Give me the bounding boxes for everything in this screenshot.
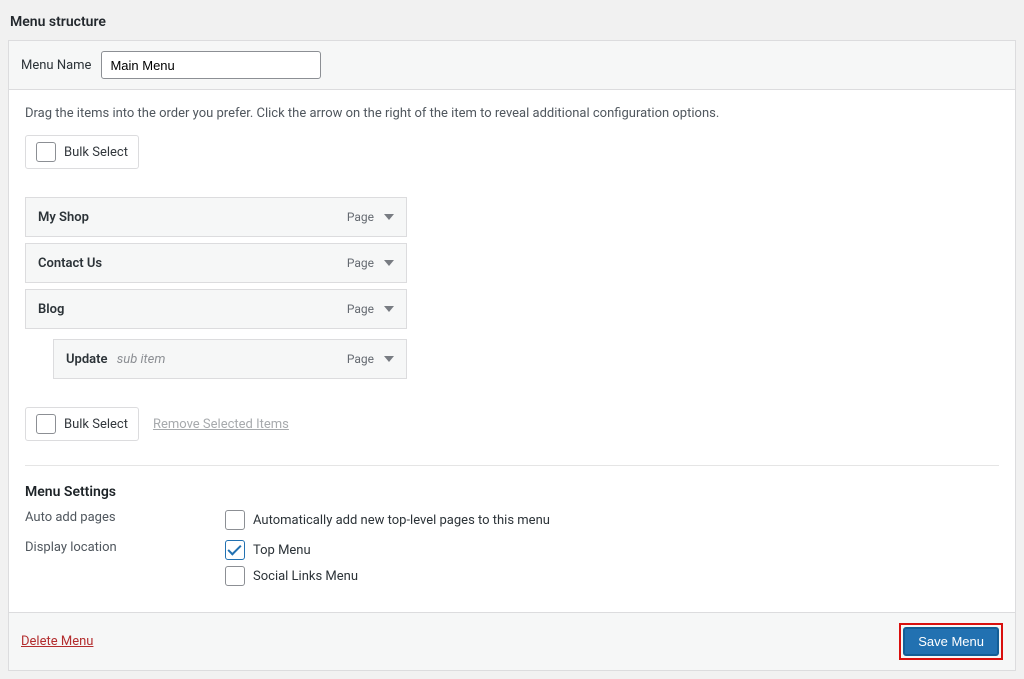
settings-title: Menu Settings: [25, 484, 999, 500]
content-area: Drag the items into the order you prefer…: [9, 90, 1015, 612]
menu-item-type: Page: [347, 302, 374, 316]
menu-item-label: Contact Us: [38, 256, 102, 271]
bulk-row-bottom: Bulk Select Remove Selected Items: [25, 407, 999, 441]
settings-row-auto-add: Auto add pages Automatically add new top…: [25, 510, 999, 530]
bulk-select-checkbox[interactable]: [36, 142, 56, 162]
bulk-select-label: Bulk Select: [64, 417, 128, 432]
menu-name-label: Menu Name: [21, 58, 91, 73]
save-button-highlight: Save Menu: [899, 623, 1003, 660]
top-menu-option-label: Top Menu: [253, 543, 311, 558]
menu-name-bar: Menu Name: [9, 41, 1015, 90]
menu-item[interactable]: My Shop Page: [25, 197, 407, 237]
social-links-option-label: Social Links Menu: [253, 569, 358, 584]
save-menu-button[interactable]: Save Menu: [903, 627, 999, 656]
menu-item-label: My Shop: [38, 210, 89, 225]
menu-item-type: Page: [347, 210, 374, 224]
top-menu-checkbox[interactable]: [225, 540, 245, 560]
bulk-select-bottom[interactable]: Bulk Select: [25, 407, 139, 441]
divider: [25, 465, 999, 466]
menu-item-type: Page: [347, 256, 374, 270]
bulk-select-checkbox[interactable]: [36, 414, 56, 434]
footer-bar: Delete Menu Save Menu: [9, 612, 1015, 670]
remove-selected-link[interactable]: Remove Selected Items: [153, 417, 289, 432]
menu-item-type: Page: [347, 352, 374, 366]
bulk-select-label: Bulk Select: [64, 145, 128, 160]
chevron-down-icon[interactable]: [384, 356, 394, 362]
menu-item[interactable]: Update sub item Page: [53, 339, 407, 379]
social-links-checkbox[interactable]: [225, 566, 245, 586]
page-title: Menu structure: [10, 14, 1014, 30]
auto-add-option-label: Automatically add new top-level pages to…: [253, 513, 550, 528]
chevron-down-icon[interactable]: [384, 214, 394, 220]
display-location-label: Display location: [25, 540, 225, 555]
auto-add-label: Auto add pages: [25, 510, 225, 525]
delete-menu-link[interactable]: Delete Menu: [21, 634, 93, 649]
instructions-text: Drag the items into the order you prefer…: [25, 106, 999, 121]
sub-item-note: sub item: [117, 352, 166, 367]
bulk-select-top[interactable]: Bulk Select: [25, 135, 139, 169]
menu-item[interactable]: Blog Page: [25, 289, 407, 329]
chevron-down-icon[interactable]: [384, 306, 394, 312]
menu-items-list: My Shop Page Contact Us Page Blog Page: [25, 197, 407, 379]
auto-add-checkbox[interactable]: [225, 510, 245, 530]
menu-item-label: Update sub item: [66, 352, 165, 367]
menu-name-input[interactable]: [101, 51, 321, 79]
menu-panel: Menu Name Drag the items into the order …: [8, 40, 1016, 671]
menu-item[interactable]: Contact Us Page: [25, 243, 407, 283]
chevron-down-icon[interactable]: [384, 260, 394, 266]
settings-row-display-location: Display location Top Menu Social Links M…: [25, 540, 999, 586]
menu-item-label: Blog: [38, 302, 64, 317]
